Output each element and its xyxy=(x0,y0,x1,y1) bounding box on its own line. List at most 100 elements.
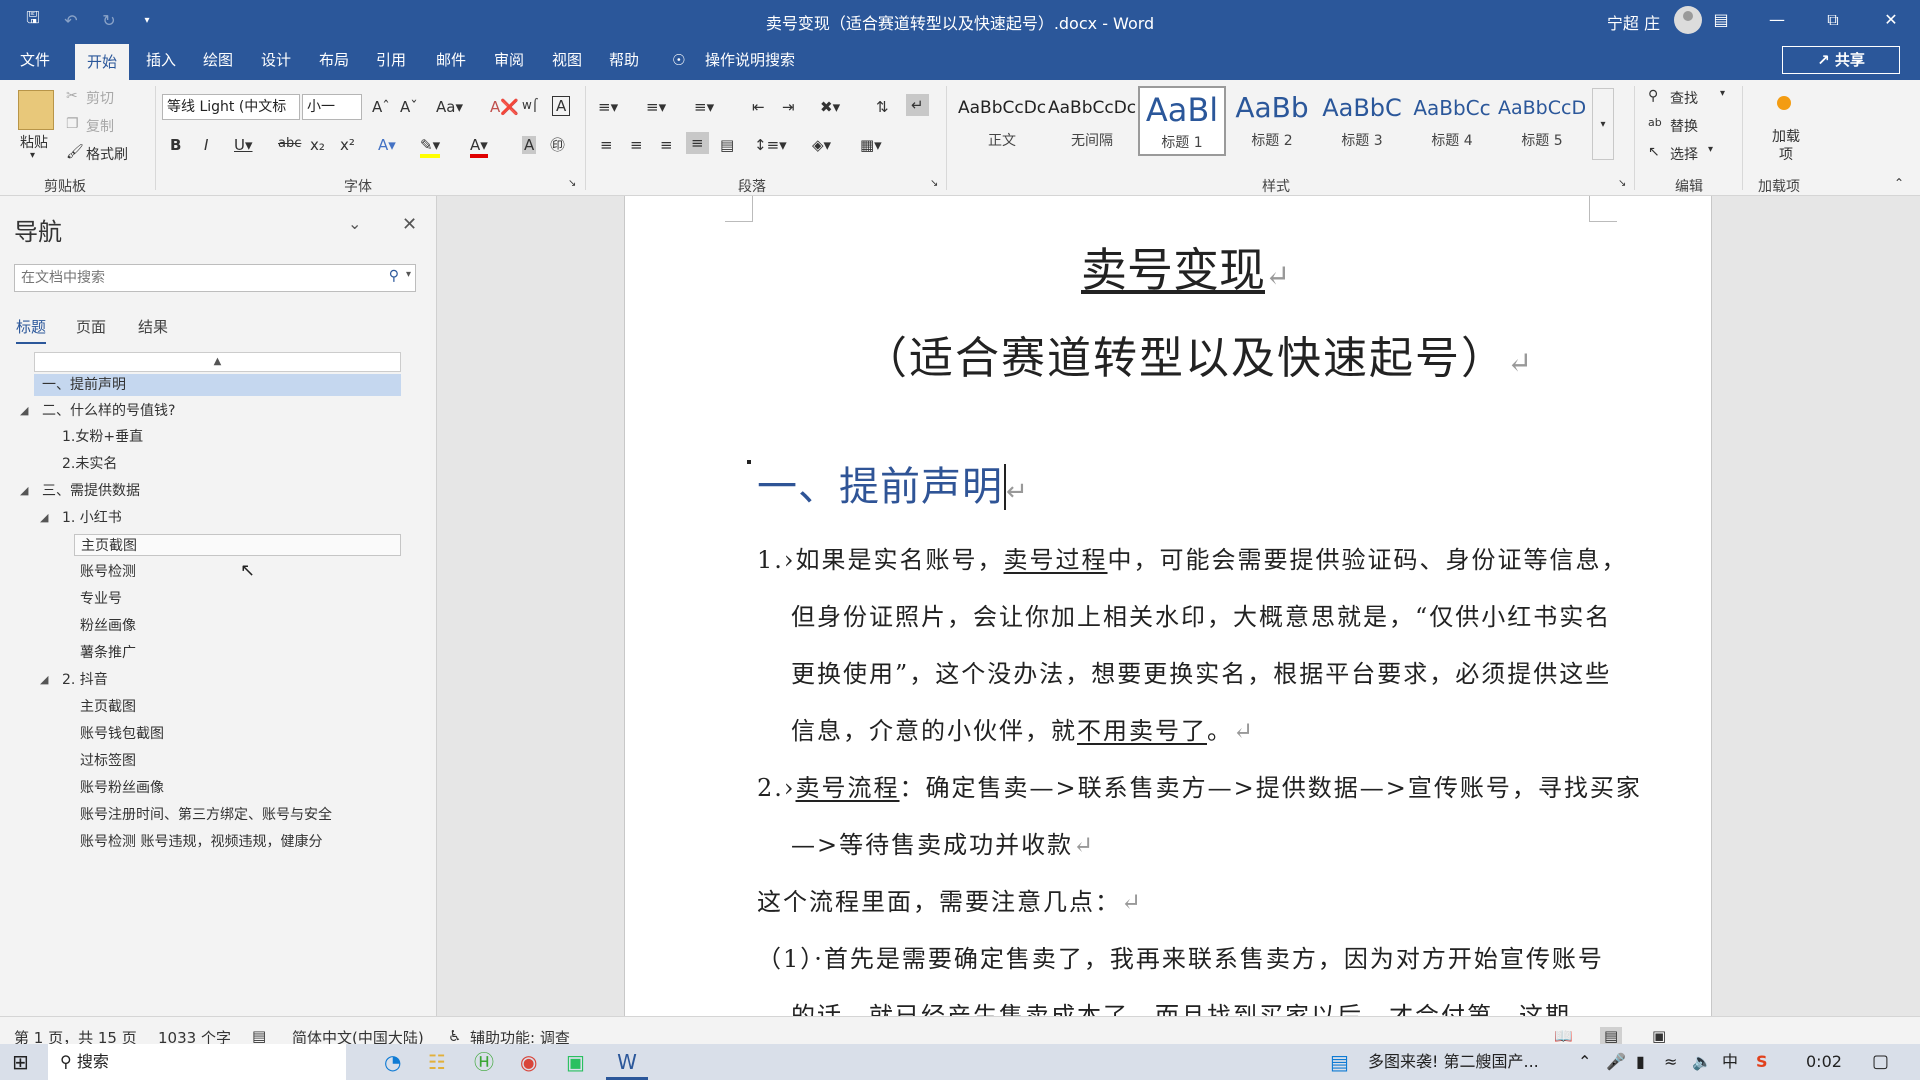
numbering-icon[interactable]: ≡▾ xyxy=(646,98,666,116)
collapse-triangle-icon[interactable]: ◢ xyxy=(40,507,48,529)
battery-icon[interactable]: ▮ xyxy=(1636,1044,1645,1080)
user-name[interactable]: 宁超 庄 xyxy=(1607,10,1660,34)
text-effects-icon[interactable]: A▾ xyxy=(378,136,396,154)
highlight-icon[interactable]: ✎▾ xyxy=(420,136,441,158)
nav-heading-item[interactable]: 账号检测 账号违规，视频违规，健康分 xyxy=(80,831,322,853)
style-heading-1[interactable]: AaBl 标题 1 xyxy=(1138,86,1226,156)
search-dropdown-icon[interactable]: ▾ xyxy=(406,269,411,280)
sort-icon[interactable]: ⇅ xyxy=(876,98,889,116)
tell-me-search[interactable]: 操作说明搜索 xyxy=(705,40,795,80)
chrome-icon[interactable]: ◉ xyxy=(520,1044,537,1080)
style-heading-4[interactable]: AaBbCc 标题 4 xyxy=(1408,86,1496,156)
tab-draw[interactable]: 绘图 xyxy=(203,40,233,80)
collapse-triangle-icon[interactable]: ◢ xyxy=(20,480,28,502)
minimize-icon[interactable]: — xyxy=(1748,0,1806,40)
character-border-icon[interactable]: A xyxy=(552,96,571,116)
shrink-font-icon[interactable]: Aˇ xyxy=(400,98,418,116)
nav-tab-results[interactable]: 结果 xyxy=(138,316,168,337)
addins-button[interactable]: 加载项 xyxy=(1772,128,1800,164)
format-painter-button[interactable]: 格式刷 xyxy=(86,144,128,164)
style-heading-5[interactable]: AaBbCcD 标题 5 xyxy=(1498,86,1586,156)
collapse-ribbon-icon[interactable]: ⌃ xyxy=(1894,176,1904,190)
nav-heading-item[interactable]: 1.女粉+垂直 xyxy=(62,426,143,448)
show-marks-icon[interactable]: ↵ xyxy=(906,94,929,116)
bold-icon[interactable]: B xyxy=(170,136,181,154)
chinese-layout-icon[interactable]: ✖▾ xyxy=(820,98,840,116)
nav-search-input[interactable] xyxy=(15,265,375,291)
find-dropdown-icon[interactable]: ▾ xyxy=(1720,88,1725,99)
grow-font-icon[interactable]: Aˆ xyxy=(372,98,390,116)
character-shading-icon[interactable]: A xyxy=(522,136,537,154)
font-color-icon[interactable]: A▾ xyxy=(470,136,488,158)
nav-heading-item[interactable]: 账号检测 xyxy=(80,561,136,583)
justify-icon[interactable]: ≡ xyxy=(686,132,709,154)
microphone-icon[interactable]: 🎤 xyxy=(1606,1044,1626,1080)
font-name-combo[interactable]: 等线 Light (中文标 xyxy=(162,94,300,120)
align-right-icon[interactable]: ≡ xyxy=(660,136,673,154)
tab-mailings[interactable]: 邮件 xyxy=(436,40,466,80)
styles-dialog-launcher-icon[interactable]: ↘ xyxy=(1618,178,1626,189)
enclose-characters-icon[interactable]: ㊞ xyxy=(550,134,565,155)
tab-view[interactable]: 视图 xyxy=(552,40,582,80)
nav-heading-item[interactable]: ◢ 1. 小红书 xyxy=(40,507,122,529)
nav-heading-item[interactable]: 专业号 xyxy=(80,588,122,610)
nav-scroll-up-icon[interactable]: ▲ xyxy=(34,352,401,372)
style-normal[interactable]: AaBbCcDc 正文 xyxy=(958,86,1046,156)
nav-heading-item[interactable]: 过标签图 xyxy=(80,750,136,772)
nav-heading-item[interactable]: 粉丝画像 xyxy=(80,615,136,637)
web-layout-icon[interactable]: ▣ xyxy=(1652,1027,1666,1045)
borders-icon[interactable]: ▦▾ xyxy=(860,136,882,154)
find-button[interactable]: 查找 xyxy=(1670,88,1698,108)
collapse-triangle-icon[interactable]: ◢ xyxy=(20,400,28,422)
nav-heading-item[interactable]: 一、提前声明 xyxy=(34,374,401,396)
news-ticker[interactable]: 多图来袭! 第二艘国产... xyxy=(1368,1044,1539,1080)
style-heading-2[interactable]: AaBb 标题 2 xyxy=(1228,86,1316,156)
document-page[interactable]: 卖号变现↵ （适合赛道转型以及快速起号）↵ 一、提前声明 ↵ 1.›如果是实名账号… xyxy=(624,196,1712,1016)
select-button[interactable]: 选择 xyxy=(1670,144,1698,164)
tab-file[interactable]: 文件 xyxy=(20,40,50,80)
sogou-icon[interactable]: S xyxy=(1756,1044,1768,1080)
nav-heading-item[interactable]: 账号注册时间、第三方绑定、账号与安全 xyxy=(80,804,332,826)
start-icon[interactable]: ⊞ xyxy=(12,1044,29,1080)
distributed-icon[interactable]: ▤ xyxy=(720,136,734,154)
nav-heading-item[interactable]: 账号钱包截图 xyxy=(80,723,164,745)
tab-help[interactable]: 帮助 xyxy=(609,40,639,80)
nav-heading-item[interactable]: ◢ 二、什么样的号值钱? xyxy=(20,400,175,422)
increase-indent-icon[interactable]: ⇥ xyxy=(782,98,795,116)
decrease-indent-icon[interactable]: ⇤ xyxy=(752,98,765,116)
nav-heading-item[interactable]: ◢ 2. 抖音 xyxy=(40,669,108,691)
tab-review[interactable]: 审阅 xyxy=(494,40,524,80)
paste-dropdown-icon[interactable]: ▾ xyxy=(30,150,35,161)
nav-tab-headings[interactable]: 标题 xyxy=(16,316,47,344)
bullets-icon[interactable]: ≡▾ xyxy=(598,98,618,116)
tab-layout[interactable]: 布局 xyxy=(319,40,349,80)
paste-icon[interactable] xyxy=(18,90,54,130)
clock[interactable]: 0:02 xyxy=(1806,1044,1842,1080)
collapse-triangle-icon[interactable]: ◢ xyxy=(40,669,48,691)
nav-heading-item[interactable]: 账号粉丝画像 xyxy=(80,777,164,799)
paste-button[interactable]: 粘贴 xyxy=(20,132,48,152)
print-layout-icon[interactable]: ▤ xyxy=(1600,1027,1623,1045)
subscript-icon[interactable]: x₂ xyxy=(310,136,325,154)
chevron-up-icon[interactable]: ⌃ xyxy=(1578,1044,1591,1080)
read-mode-icon[interactable]: 📖 xyxy=(1554,1027,1573,1045)
tab-design[interactable]: 设计 xyxy=(261,40,291,80)
phonetic-guide-icon[interactable]: w⌠ xyxy=(522,98,538,112)
copy-button[interactable]: 复制 xyxy=(86,116,114,136)
styles-more-icon[interactable]: ▾ xyxy=(1592,88,1614,160)
style-heading-3[interactable]: AaBbC 标题 3 xyxy=(1318,86,1406,156)
close-icon[interactable]: ✕ xyxy=(402,214,417,235)
ie-browser-icon[interactable]: Ⓗ xyxy=(474,1044,494,1080)
superscript-icon[interactable]: x² xyxy=(340,136,355,154)
proofing-icon[interactable]: ▤ xyxy=(252,1027,266,1045)
volume-icon[interactable]: 🔈 xyxy=(1692,1044,1712,1080)
tab-references[interactable]: 引用 xyxy=(376,40,406,80)
style-no-spacing[interactable]: AaBbCcDc 无间隔 xyxy=(1048,86,1136,156)
edge-icon[interactable]: ◔ xyxy=(384,1044,401,1080)
tab-home[interactable]: 开始 xyxy=(75,44,130,80)
italic-icon[interactable]: I xyxy=(204,136,208,154)
strikethrough-icon[interactable]: abc xyxy=(278,136,301,151)
nav-tab-pages[interactable]: 页面 xyxy=(76,316,106,337)
notification-icon[interactable]: ▢ xyxy=(1872,1044,1889,1080)
replace-button[interactable]: 替换 xyxy=(1670,116,1698,136)
